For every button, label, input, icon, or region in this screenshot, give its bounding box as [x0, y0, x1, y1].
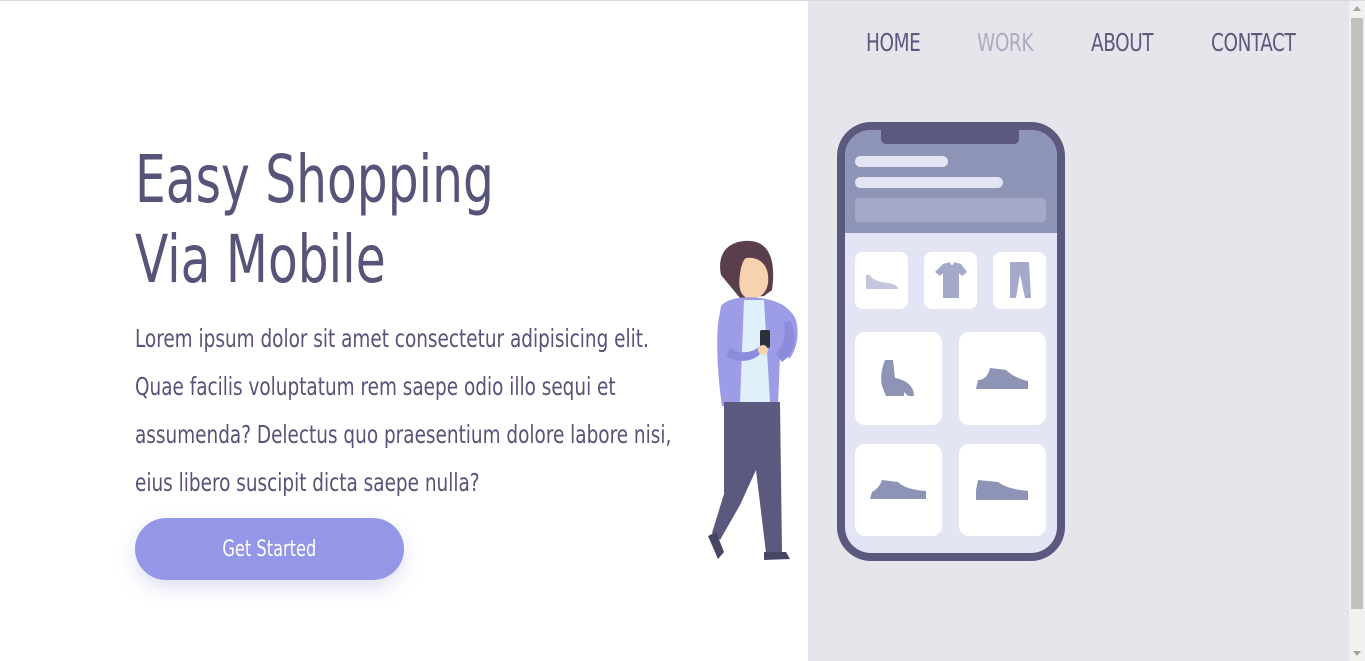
nav-item-about[interactable]: ABOUT [1091, 28, 1167, 57]
get-started-button[interactable]: Get Started [135, 518, 404, 580]
nav-link-work[interactable]: WORK [977, 28, 1033, 57]
vertical-scrollbar[interactable] [1349, 1, 1365, 661]
hero-title-line-2: Via Mobile [135, 221, 386, 298]
nav-link-home[interactable]: HOME [866, 28, 921, 57]
get-started-label: Get Started [222, 536, 317, 562]
scrollbar-thumb[interactable] [1351, 18, 1363, 609]
hero-title: Easy Shopping Via Mobile [135, 140, 494, 300]
scroll-down-arrow-icon[interactable] [1353, 651, 1361, 656]
main-nav: HOME WORK ABOUT CONTACT [866, 28, 1314, 57]
nav-link-contact[interactable]: CONTACT [1211, 28, 1296, 57]
hero-title-line-1: Easy Shopping [135, 141, 494, 218]
nav-item-contact[interactable]: CONTACT [1211, 28, 1314, 57]
shopping-illustration [708, 122, 1065, 561]
scroll-up-arrow-icon[interactable] [1353, 6, 1361, 11]
smartphone-icon [837, 122, 1065, 561]
person-with-phone-icon [708, 240, 798, 560]
nav-link-about[interactable]: ABOUT [1091, 28, 1154, 57]
hero-description: Lorem ipsum dolor sit amet consectetur a… [135, 324, 672, 497]
nav-item-work[interactable]: WORK [977, 28, 1045, 57]
nav-item-home[interactable]: HOME [866, 28, 932, 57]
